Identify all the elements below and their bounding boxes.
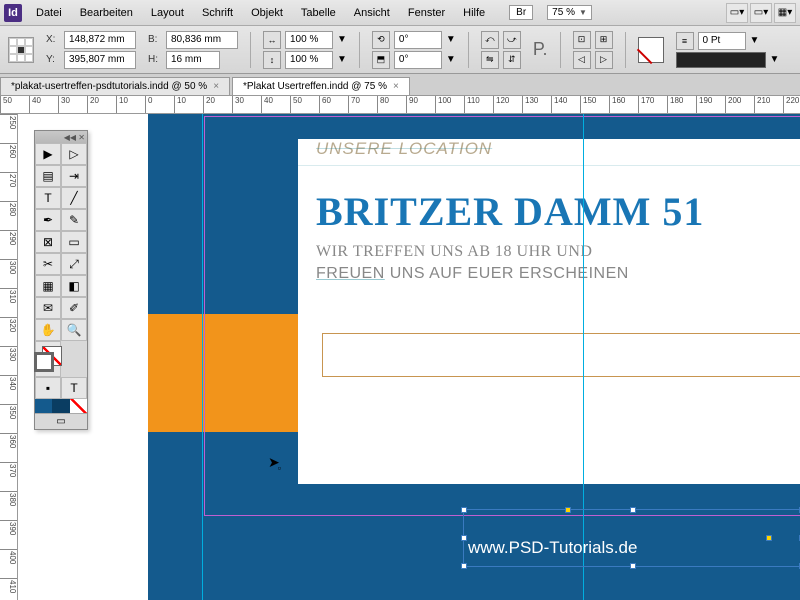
scale-y-icon: ↕ bbox=[263, 51, 281, 69]
menu-tabelle[interactable]: Tabelle bbox=[293, 4, 344, 22]
selection-handle[interactable] bbox=[630, 507, 636, 513]
zoom-level-value: 75 % bbox=[552, 7, 575, 18]
menu-hilfe[interactable]: Hilfe bbox=[455, 4, 493, 22]
p-indicator-icon: P. bbox=[533, 39, 548, 60]
x-label: X: bbox=[46, 34, 60, 45]
panel-collapse-icon[interactable]: ◀◀ ✕ bbox=[35, 131, 87, 143]
close-tab-icon[interactable]: × bbox=[213, 81, 219, 92]
eyedropper-tool[interactable]: ✐ bbox=[61, 297, 87, 319]
scale-x-icon: ↔ bbox=[263, 31, 281, 49]
rotate-ccw-icon[interactable]: ⤺ bbox=[481, 31, 499, 49]
rotate-field[interactable] bbox=[394, 31, 442, 49]
tab-label: *Plakat Usertreffen.indd @ 75 % bbox=[243, 81, 387, 92]
document-tab-2[interactable]: *Plakat Usertreffen.indd @ 75 % × bbox=[232, 77, 410, 95]
page-tool[interactable]: ▤ bbox=[35, 165, 61, 187]
flip-h-icon[interactable]: ⇋ bbox=[481, 51, 499, 69]
app-icon: Id bbox=[4, 4, 22, 22]
scissors-tool[interactable]: ✂ bbox=[35, 253, 61, 275]
close-tab-icon[interactable]: × bbox=[393, 81, 399, 92]
h-label: H: bbox=[148, 54, 162, 65]
direct-selection-tool[interactable]: ▷ bbox=[61, 143, 87, 165]
vertical-guide[interactable] bbox=[202, 114, 203, 600]
menu-layout[interactable]: Layout bbox=[143, 4, 192, 22]
selection-anchor-handle[interactable] bbox=[565, 507, 571, 513]
line-tool[interactable]: ╱ bbox=[61, 187, 87, 209]
rotate-cw-icon[interactable]: ⤻ bbox=[503, 31, 521, 49]
document-canvas[interactable]: UNSERE LOCATION BRITZER DAMM 51 WIR TREF… bbox=[18, 114, 800, 600]
width-field[interactable] bbox=[166, 31, 238, 49]
rectangle-frame-tool[interactable]: ⊠ bbox=[35, 231, 61, 253]
screen-mode-icon[interactable]: ▭▾ bbox=[750, 3, 772, 23]
menu-schrift[interactable]: Schrift bbox=[194, 4, 241, 22]
menu-datei[interactable]: Datei bbox=[28, 4, 70, 22]
hand-tool[interactable]: ✋ bbox=[35, 319, 61, 341]
rotate-icon: ⟲ bbox=[372, 31, 390, 49]
vertical-ruler[interactable]: 2502602702802903003103203303403503603703… bbox=[0, 114, 18, 600]
select-content-icon[interactable]: ⊞ bbox=[595, 31, 613, 49]
control-bar: X: Y: B: H: ↔▼ ↕▼ ⟲▼ ⬒▼ ⤺⤻ ⇋⇵ P. ⊡⊞ ◁▷ ≡… bbox=[0, 26, 800, 74]
document-tab-bar: *plakat-usertreffen-psdtutorials.indd @ … bbox=[0, 74, 800, 96]
select-prev-icon[interactable]: ◁ bbox=[573, 51, 591, 69]
y-position-field[interactable] bbox=[64, 51, 136, 69]
stroke-weight-icon: ≡ bbox=[676, 32, 694, 50]
menu-objekt[interactable]: Objekt bbox=[243, 4, 291, 22]
selection-live-corner-handle[interactable] bbox=[766, 535, 772, 541]
x-position-field[interactable] bbox=[64, 31, 136, 49]
menu-ansicht[interactable]: Ansicht bbox=[346, 4, 398, 22]
fill-stroke-proxy[interactable] bbox=[35, 341, 61, 377]
view-mode-toggle[interactable]: ▭ bbox=[35, 413, 87, 429]
scale-x-field[interactable] bbox=[285, 31, 333, 49]
zoom-level-combo[interactable]: 75 % ▼ bbox=[547, 5, 592, 20]
menu-fenster[interactable]: Fenster bbox=[400, 4, 453, 22]
pen-tool[interactable]: ✒ bbox=[35, 209, 61, 231]
formatting-text-icon[interactable]: T bbox=[61, 377, 87, 399]
zoom-tool[interactable]: 🔍 bbox=[61, 319, 87, 341]
gap-tool[interactable]: ⇥ bbox=[61, 165, 87, 187]
rectangle-tool[interactable]: ▭ bbox=[61, 231, 87, 253]
selection-handle[interactable] bbox=[461, 535, 467, 541]
stroke-style-combo[interactable] bbox=[676, 52, 766, 68]
bridge-button[interactable]: Br bbox=[509, 5, 533, 20]
stroke-weight-field[interactable] bbox=[698, 32, 746, 50]
y-label: Y: bbox=[46, 54, 60, 65]
gradient-feather-tool[interactable]: ◧ bbox=[61, 275, 87, 297]
height-field[interactable] bbox=[166, 51, 220, 69]
gradient-swatch-tool[interactable]: ▦ bbox=[35, 275, 61, 297]
pencil-tool[interactable]: ✎ bbox=[61, 209, 87, 231]
menu-bearbeiten[interactable]: Bearbeiten bbox=[72, 4, 141, 22]
selection-tool[interactable]: ▶ bbox=[35, 143, 61, 165]
arrange-docs-icon[interactable]: ▦▾ bbox=[774, 3, 796, 23]
selection-handle[interactable] bbox=[461, 507, 467, 513]
reference-point-selector[interactable] bbox=[8, 37, 34, 63]
document-tab-1[interactable]: *plakat-usertreffen-psdtutorials.indd @ … bbox=[0, 77, 230, 95]
flip-v-icon[interactable]: ⇵ bbox=[503, 51, 521, 69]
selection-bounding-box[interactable] bbox=[463, 509, 800, 567]
view-options-icon[interactable]: ▭▾ bbox=[726, 3, 748, 23]
type-tool[interactable]: T bbox=[35, 187, 61, 209]
horizontal-ruler[interactable]: 5040302010010203040506070809010011012013… bbox=[0, 96, 800, 114]
menu-bar: Id Datei Bearbeiten Layout Schrift Objek… bbox=[0, 0, 800, 26]
apply-color-icon[interactable]: ▪ bbox=[35, 377, 61, 399]
margin-guide bbox=[204, 116, 800, 516]
fill-stroke-swatch[interactable] bbox=[638, 37, 664, 63]
free-transform-tool[interactable]: ⤢ bbox=[61, 253, 87, 275]
scale-y-field[interactable] bbox=[285, 51, 333, 69]
selection-handle[interactable] bbox=[630, 563, 636, 569]
shear-field[interactable] bbox=[394, 51, 442, 69]
selection-handle[interactable] bbox=[461, 563, 467, 569]
select-next-icon[interactable]: ▷ bbox=[595, 51, 613, 69]
note-tool[interactable]: ✉ bbox=[35, 297, 61, 319]
shear-icon: ⬒ bbox=[372, 51, 390, 69]
tab-label: *plakat-usertreffen-psdtutorials.indd @ … bbox=[11, 81, 207, 92]
cursor-icon: ➤▫ bbox=[268, 454, 283, 471]
color-theme-row[interactable] bbox=[35, 399, 87, 413]
w-label: B: bbox=[148, 34, 162, 45]
tools-panel[interactable]: ◀◀ ✕ ▶ ▷ ▤ ⇥ T ╱ ✒ ✎ ⊠ ▭ ✂ ⤢ ▦ ◧ ✉ ✐ ✋ 🔍… bbox=[34, 130, 88, 430]
dropdown-arrow-icon: ▼ bbox=[579, 8, 587, 17]
select-container-icon[interactable]: ⊡ bbox=[573, 31, 591, 49]
